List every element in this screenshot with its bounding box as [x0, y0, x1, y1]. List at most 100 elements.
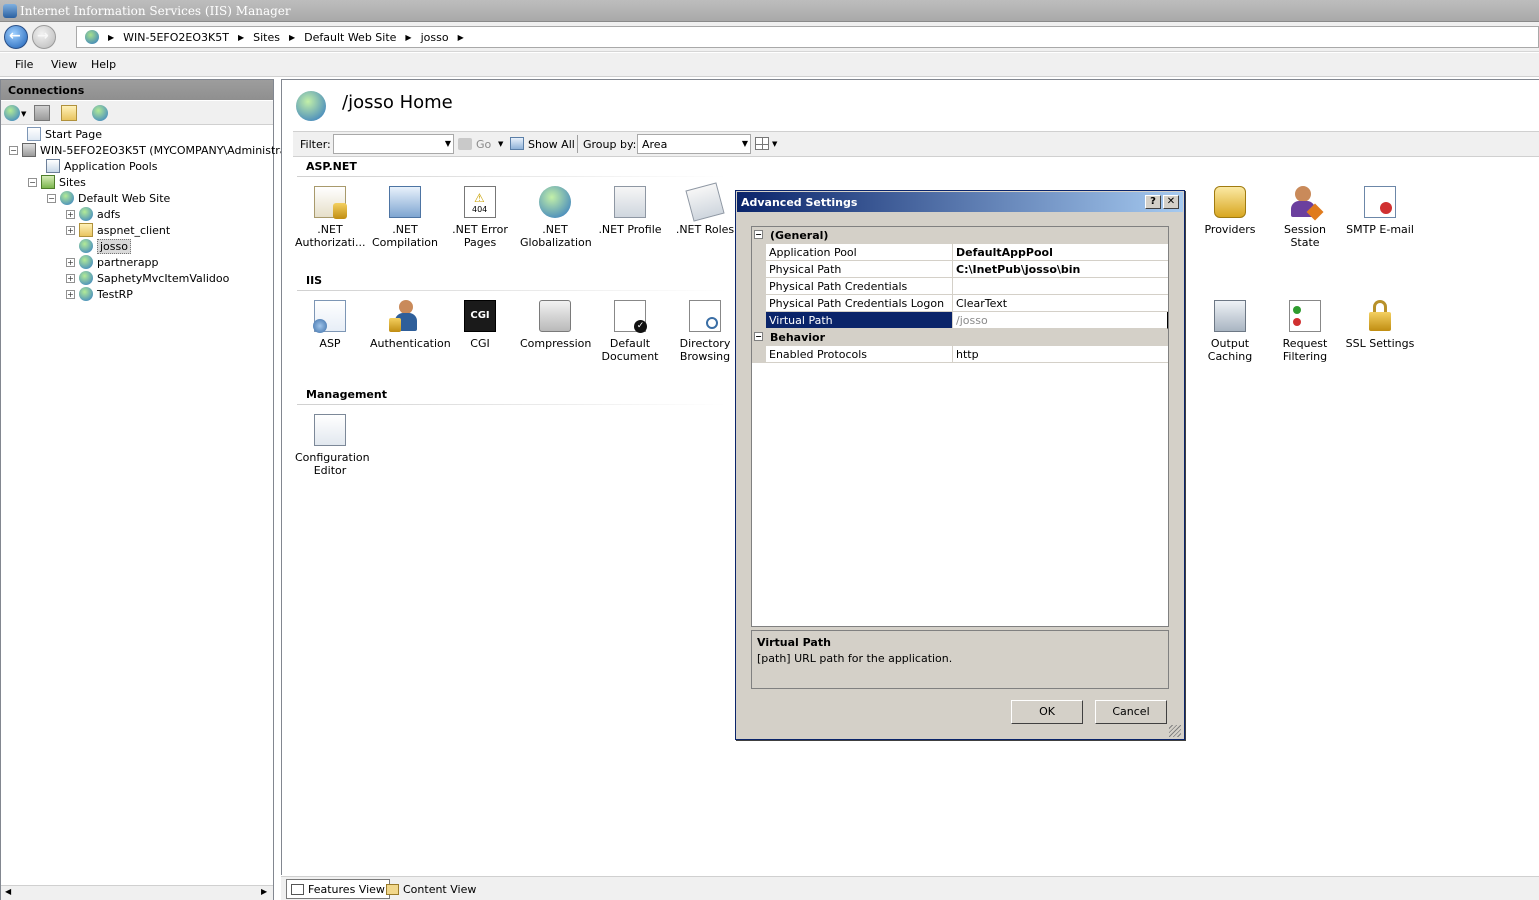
dialog-title[interactable]: Advanced Settings: [737, 192, 1183, 212]
show-all-icon[interactable]: [510, 137, 524, 150]
tree-item-start-page[interactable]: Start Page: [27, 126, 102, 142]
menu-help[interactable]: Help: [91, 58, 116, 71]
chevron-down-icon[interactable]: ▼: [445, 139, 451, 148]
tree-item-aspnet-client[interactable]: + aspnet_client: [66, 222, 170, 238]
ok-button[interactable]: OK: [1011, 700, 1083, 724]
menu-file[interactable]: File: [15, 58, 33, 71]
chevron-right-icon[interactable]: ▶: [238, 33, 244, 42]
chevron-down-icon[interactable]: ▼: [498, 140, 503, 148]
feature-label: .NET Profile: [598, 223, 662, 236]
property-row[interactable]: Physical Path Credentials: [752, 278, 1168, 295]
menu-view[interactable]: View: [51, 58, 77, 71]
connect-icon[interactable]: [4, 105, 20, 121]
view-mode-icon[interactable]: [755, 137, 769, 150]
net-compilation-icon: [389, 186, 421, 218]
tree-item-josso[interactable]: josso: [79, 238, 131, 254]
tab-features-view[interactable]: Features View: [286, 879, 390, 899]
tree-item-application-pools[interactable]: Application Pools: [46, 158, 157, 174]
property-value[interactable]: http: [953, 346, 1168, 363]
expand-icon[interactable]: +: [66, 225, 75, 235]
expand-icon[interactable]: +: [66, 257, 75, 267]
tree-item-saphety[interactable]: + SaphetyMvcItemValidoo: [66, 270, 229, 286]
chevron-down-icon[interactable]: ▼: [21, 110, 26, 118]
chevron-down-icon[interactable]: ▼: [742, 139, 748, 148]
chevron-right-icon[interactable]: ▶: [458, 33, 464, 42]
property-value[interactable]: C:\InetPub\josso\bin: [953, 261, 1168, 278]
scroll-left-icon[interactable]: ◀: [5, 887, 11, 896]
tree-item-partnerapp[interactable]: + partnerapp: [66, 254, 159, 270]
property-value[interactable]: ClearText: [953, 295, 1168, 312]
directory-browsing-icon: [689, 300, 721, 332]
feature-net-error-pages[interactable]: ⚠ 404 .NET Error Pages: [445, 186, 515, 249]
feature-asp[interactable]: ASP: [295, 300, 365, 350]
collapse-icon[interactable]: −: [754, 230, 763, 239]
category-behavior[interactable]: − Behavior: [752, 329, 1168, 346]
save-icon[interactable]: [34, 105, 50, 121]
feature-net-roles[interactable]: .NET Roles: [670, 182, 740, 236]
filter-input[interactable]: ▼: [333, 134, 454, 154]
property-value[interactable]: DefaultAppPool: [953, 244, 1168, 261]
breadcrumb-josso[interactable]: josso: [421, 31, 449, 44]
feature-compression[interactable]: Compression: [520, 300, 591, 350]
feature-smtp-email[interactable]: SMTP E-mail: [1345, 186, 1415, 236]
cancel-button[interactable]: Cancel: [1095, 700, 1167, 724]
help-button[interactable]: ?: [1145, 195, 1161, 209]
up-folder-icon[interactable]: [61, 105, 77, 121]
property-value[interactable]: [953, 278, 1168, 295]
feature-default-document[interactable]: ✓ Default Document: [595, 300, 665, 363]
property-row[interactable]: Physical Path C:\InetPub\josso\bin: [752, 261, 1168, 278]
collapse-icon[interactable]: −: [28, 177, 37, 187]
property-row[interactable]: Enabled Protocols http: [752, 346, 1168, 363]
chevron-right-icon[interactable]: ▶: [405, 33, 411, 42]
tree-item-server[interactable]: − WIN-5EFO2EO3K5T (MYCOMPANY\Administrato: [9, 142, 298, 158]
tree-item-sites[interactable]: − Sites: [28, 174, 86, 190]
feature-session-state[interactable]: Session State: [1270, 186, 1340, 249]
breadcrumb-default-web-site[interactable]: Default Web Site: [304, 31, 396, 44]
feature-configuration-editor[interactable]: Configuration Editor: [295, 414, 370, 477]
property-row[interactable]: Physical Path Credentials Logon TypeClea…: [752, 295, 1168, 323]
property-row[interactable]: Application Pool DefaultAppPool: [752, 244, 1168, 261]
feature-ssl-settings[interactable]: SSL Settings: [1345, 300, 1415, 350]
feature-net-globalization[interactable]: .NET Globalization: [520, 186, 592, 249]
feature-output-caching[interactable]: Output Caching: [1195, 300, 1265, 363]
collapse-icon[interactable]: −: [47, 193, 56, 203]
virtual-path-input[interactable]: /josso: [953, 312, 1168, 329]
horizontal-scrollbar[interactable]: ◀ ▶: [1, 885, 273, 900]
disconnect-icon[interactable]: [92, 105, 108, 121]
feature-cgi[interactable]: CGI CGI: [445, 300, 515, 350]
chevron-right-icon[interactable]: ▶: [108, 33, 114, 42]
feature-net-profile[interactable]: .NET Profile: [595, 186, 665, 236]
go-button[interactable]: Go: [476, 138, 491, 151]
category-general[interactable]: − (General): [752, 227, 1168, 244]
breadcrumb[interactable]: ▶ WIN-5EFO2EO3K5T ▶ Sites ▶ Default Web …: [76, 26, 1539, 48]
show-all-button[interactable]: Show All: [528, 138, 575, 151]
tree-item-default-web-site[interactable]: − Default Web Site: [47, 190, 170, 206]
tab-content-view[interactable]: Content View: [382, 879, 480, 899]
tree-item-testrp[interactable]: + TestRP: [66, 286, 133, 302]
feature-providers[interactable]: Providers: [1195, 186, 1265, 236]
feature-net-authorization[interactable]: .NET Authorizati...: [295, 186, 365, 249]
feature-authentication[interactable]: Authentication: [370, 300, 451, 350]
group-by-select[interactable]: Area ▼: [637, 134, 751, 154]
scroll-right-icon[interactable]: ▶: [261, 887, 267, 896]
back-button[interactable]: ←: [4, 25, 28, 49]
feature-request-filtering[interactable]: Request Filtering: [1270, 300, 1340, 363]
breadcrumb-server[interactable]: WIN-5EFO2EO3K5T: [123, 31, 229, 44]
tree-item-adfs[interactable]: + adfs: [66, 206, 120, 222]
feature-directory-browsing[interactable]: Directory Browsing: [670, 300, 740, 363]
expand-icon[interactable]: +: [66, 289, 75, 299]
forward-button[interactable]: →: [32, 25, 56, 49]
feature-net-compilation[interactable]: .NET Compilation: [370, 186, 440, 249]
collapse-icon[interactable]: −: [754, 332, 763, 341]
property-row-selected[interactable]: Virtual Path/josso: [752, 312, 1168, 329]
close-button[interactable]: ✕: [1163, 195, 1179, 209]
chevron-down-icon[interactable]: ▼: [772, 140, 777, 148]
binoculars-icon[interactable]: [458, 138, 472, 150]
expand-icon[interactable]: +: [66, 209, 75, 219]
collapse-icon[interactable]: −: [9, 145, 18, 155]
expand-icon[interactable]: +: [66, 273, 75, 283]
breadcrumb-sites[interactable]: Sites: [253, 31, 280, 44]
resize-grip-icon[interactable]: [1169, 725, 1181, 737]
chevron-right-icon[interactable]: ▶: [289, 33, 295, 42]
property-grid[interactable]: − (General) Application Pool DefaultAppPoo…: [751, 226, 1169, 627]
